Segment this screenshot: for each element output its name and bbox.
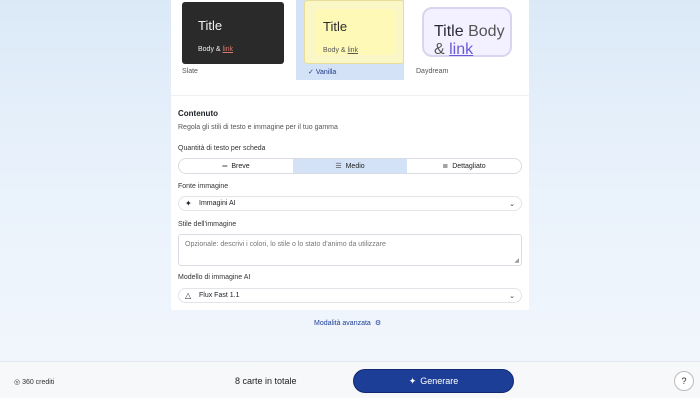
section-title: Contenuto — [178, 109, 218, 118]
theme-preview-slate: Title Body & link — [182, 2, 284, 64]
theme-name: Slate — [182, 68, 198, 75]
preview-link: link — [347, 47, 359, 54]
text-amount-option-medio[interactable]: ☰ Medio — [293, 159, 407, 173]
total-cards: 8 carte in totale — [235, 376, 297, 386]
text-amount-option-breve[interactable]: ═ Breve — [179, 159, 293, 173]
section-subtitle: Regola gli stili di testo e immagine per… — [178, 124, 338, 131]
image-source-select[interactable]: ✦ Immagini AI ⌄ — [178, 196, 522, 211]
short-lines-icon: ═ — [222, 162, 228, 170]
theme-card-vanilla[interactable]: Title Body & link ✓ Vanilla — [296, 0, 404, 80]
theme-name: Vanilla — [315, 69, 337, 76]
text-amount-option-dettagliato[interactable]: ≣ Dettagliato — [407, 159, 521, 173]
image-style-textarea[interactable]: Opzionale: descrivi i colori, lo stile o… — [178, 234, 522, 266]
image-source-value: Immagini AI — [199, 200, 236, 207]
triangle-icon: △ — [185, 291, 192, 300]
gear-icon: ⚙ — [374, 320, 382, 327]
preview-link: link — [222, 46, 234, 53]
preview-body: Body & — [198, 46, 221, 53]
credits-badge[interactable]: ◎ 360 crediti — [14, 378, 54, 386]
preview-body: Body & — [323, 47, 346, 54]
medium-lines-icon: ☰ — [335, 163, 342, 170]
chevron-down-icon: ⌄ — [509, 200, 515, 208]
preview-title: Title — [434, 23, 464, 40]
footer-bar: ◎ 360 crediti 8 carte in totale ✦ Genera… — [0, 361, 700, 398]
theme-preview-daydream: Title Body & link — [422, 7, 512, 58]
preview-link: link — [449, 41, 474, 58]
theme-preview-vanilla: Title Body & link — [304, 0, 404, 64]
generate-button[interactable]: ✦ Generare — [353, 369, 514, 393]
image-style-placeholder: Opzionale: descrivi i colori, lo stile o… — [185, 241, 386, 248]
sparkle-icon: ✦ — [408, 375, 417, 386]
text-amount-label: Quantità di testo per scheda — [178, 145, 266, 152]
detailed-lines-icon: ≣ — [442, 163, 449, 170]
settings-panel: Title Body & link Slate Title Body & lin… — [171, 0, 529, 310]
credits-icon: ◎ — [14, 379, 21, 386]
theme-name: Daydream — [416, 68, 449, 75]
sparkle-icon: ✦ — [185, 199, 192, 208]
preview-title: Title — [323, 19, 348, 34]
theme-card-slate[interactable]: Title Body & link Slate — [171, 0, 284, 80]
image-style-label: Stile dell'immagine — [178, 221, 237, 228]
image-model-label: Modello di immagine AI — [178, 274, 251, 281]
advanced-mode-link[interactable]: Modalità avanzata ⚙ — [314, 319, 382, 328]
text-amount-segmented: ═ Breve ☰ Medio ≣ Dettagliato — [178, 158, 522, 174]
preview-title: Title — [198, 18, 223, 33]
image-model-select[interactable]: △ Flux Fast 1.1 ⌄ — [178, 288, 522, 303]
chevron-down-icon: ⌄ — [509, 292, 515, 300]
check-icon: ✓ — [308, 69, 314, 76]
image-source-label: Fonte immagine — [178, 183, 229, 190]
image-model-value: Flux Fast 1.1 — [199, 292, 240, 299]
resize-grip-icon[interactable]: ◢ — [514, 257, 519, 264]
theme-selector: Title Body & link Slate Title Body & lin… — [171, 0, 529, 96]
help-button[interactable]: ? — [674, 371, 694, 391]
